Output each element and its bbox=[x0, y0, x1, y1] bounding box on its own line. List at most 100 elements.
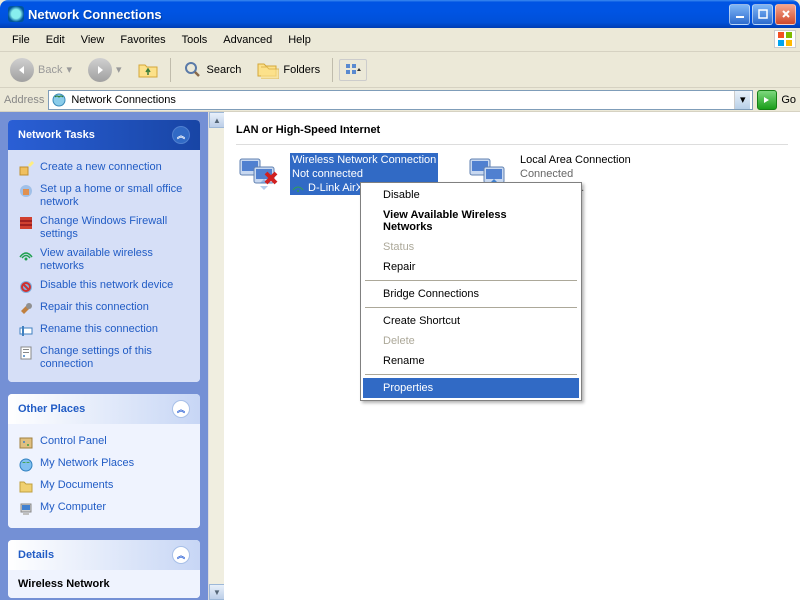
menu-bar: File Edit View Favorites Tools Advanced … bbox=[0, 28, 800, 52]
section-header: LAN or High-Speed Internet bbox=[236, 120, 788, 145]
task-label: View available wireless networks bbox=[40, 247, 190, 273]
ctx-separator bbox=[365, 307, 577, 308]
ctx-repair[interactable]: Repair bbox=[363, 257, 579, 277]
link-network-places[interactable]: My Network Places bbox=[18, 454, 190, 476]
task-label: Create a new connection bbox=[40, 161, 162, 174]
folders-button[interactable]: Folders bbox=[251, 58, 326, 82]
control-panel-icon bbox=[18, 435, 34, 451]
menu-favorites[interactable]: Favorites bbox=[112, 31, 173, 49]
connection-name: Wireless Network Connection bbox=[290, 153, 438, 167]
search-button[interactable]: Search bbox=[177, 57, 248, 83]
task-label: Change settings of this connection bbox=[40, 345, 190, 371]
back-label: Back bbox=[38, 64, 62, 76]
ctx-create-shortcut[interactable]: Create Shortcut bbox=[363, 311, 579, 331]
scroll-down-icon[interactable]: ▼ bbox=[209, 584, 225, 600]
ctx-properties[interactable]: Properties bbox=[363, 378, 579, 398]
ctx-delete: Delete bbox=[363, 331, 579, 351]
address-dropdown-icon[interactable]: ▾ bbox=[734, 91, 750, 109]
sidebar-scrollbar[interactable]: ▲ ▼ bbox=[208, 112, 224, 600]
panel-header-details[interactable]: Details ︽ bbox=[8, 540, 200, 570]
task-firewall[interactable]: Change Windows Firewall settings bbox=[18, 212, 190, 244]
panel-header-other[interactable]: Other Places ︽ bbox=[8, 394, 200, 424]
panel-header-tasks[interactable]: Network Tasks ︽ bbox=[8, 120, 200, 150]
panel-body: Wireless Network bbox=[8, 570, 200, 598]
address-value: Network Connections bbox=[71, 94, 176, 106]
menu-edit[interactable]: Edit bbox=[38, 31, 73, 49]
task-disable-device[interactable]: Disable this network device bbox=[18, 276, 190, 298]
other-places-panel: Other Places ︽ Control Panel My Network … bbox=[8, 394, 200, 528]
connection-name: Local Area Connection bbox=[520, 153, 631, 167]
link-my-computer[interactable]: My Computer bbox=[18, 498, 190, 520]
task-label: Rename this connection bbox=[40, 323, 158, 336]
close-button[interactable] bbox=[775, 4, 796, 25]
minimize-button[interactable] bbox=[729, 4, 750, 25]
task-repair[interactable]: Repair this connection bbox=[18, 298, 190, 320]
wizard-icon bbox=[18, 161, 34, 177]
menu-view[interactable]: View bbox=[73, 31, 113, 49]
task-rename[interactable]: Rename this connection bbox=[18, 320, 190, 342]
task-label: Set up a home or small office network bbox=[40, 183, 190, 209]
collapse-icon[interactable]: ︽ bbox=[172, 400, 190, 418]
dropdown-icon: ▾ bbox=[116, 63, 122, 76]
ctx-bridge[interactable]: Bridge Connections bbox=[363, 284, 579, 304]
link-label: My Computer bbox=[40, 501, 106, 514]
task-change-settings[interactable]: Change settings of this connection bbox=[18, 342, 190, 374]
back-button[interactable]: Back ▾ bbox=[4, 55, 78, 85]
link-my-documents[interactable]: My Documents bbox=[18, 476, 190, 498]
disable-icon bbox=[18, 279, 34, 295]
up-button[interactable] bbox=[132, 59, 164, 81]
ctx-disable[interactable]: Disable bbox=[363, 185, 579, 205]
menu-advanced[interactable]: Advanced bbox=[215, 31, 280, 49]
maximize-button[interactable] bbox=[752, 4, 773, 25]
scroll-up-icon[interactable]: ▲ bbox=[209, 112, 225, 128]
forward-arrow-icon bbox=[88, 58, 112, 82]
panel-title: Other Places bbox=[18, 403, 85, 415]
task-label: Repair this connection bbox=[40, 301, 149, 314]
panel-body: Control Panel My Network Places My Docum… bbox=[8, 424, 200, 528]
wireless-signal-icon bbox=[292, 182, 304, 194]
address-input[interactable]: Network Connections ▾ bbox=[48, 90, 753, 110]
ctx-view-networks[interactable]: View Available Wireless Networks bbox=[363, 205, 579, 237]
details-text: Wireless Network bbox=[18, 578, 190, 590]
collapse-icon[interactable]: ︽ bbox=[172, 126, 190, 144]
folder-up-icon bbox=[138, 62, 158, 78]
documents-icon bbox=[18, 479, 34, 495]
task-create-connection[interactable]: Create a new connection bbox=[18, 158, 190, 180]
repair-icon bbox=[18, 301, 34, 317]
link-control-panel[interactable]: Control Panel bbox=[18, 432, 190, 454]
search-label: Search bbox=[207, 64, 242, 76]
link-label: My Network Places bbox=[40, 457, 134, 470]
menu-help[interactable]: Help bbox=[280, 31, 319, 49]
ctx-separator bbox=[365, 374, 577, 375]
firewall-icon bbox=[18, 215, 34, 231]
menu-file[interactable]: File bbox=[4, 31, 38, 49]
address-bar: Address Network Connections ▾ Go bbox=[0, 88, 800, 112]
title-bar: Network Connections bbox=[0, 0, 800, 28]
network-connections-icon bbox=[51, 92, 67, 108]
address-label: Address bbox=[4, 94, 44, 106]
views-button[interactable] bbox=[339, 59, 367, 81]
panel-body: Create a new connection Set up a home or… bbox=[8, 150, 200, 382]
go-button[interactable] bbox=[757, 90, 777, 110]
toolbar-separator bbox=[332, 58, 333, 82]
panel-title: Network Tasks bbox=[18, 129, 95, 141]
connection-status: Not connected bbox=[290, 167, 438, 181]
ctx-status: Status bbox=[363, 237, 579, 257]
collapse-icon[interactable]: ︽ bbox=[172, 546, 190, 564]
home-network-icon bbox=[18, 183, 34, 199]
network-places-icon bbox=[18, 457, 34, 473]
link-label: Control Panel bbox=[40, 435, 107, 448]
ctx-rename[interactable]: Rename bbox=[363, 351, 579, 371]
menu-tools[interactable]: Tools bbox=[174, 31, 216, 49]
properties-icon bbox=[18, 345, 34, 361]
wireless-connection-icon bbox=[236, 153, 284, 193]
folders-icon bbox=[257, 61, 279, 79]
task-view-wireless[interactable]: View available wireless networks bbox=[18, 244, 190, 276]
forward-button[interactable]: ▾ bbox=[82, 55, 128, 85]
search-icon bbox=[183, 60, 203, 80]
computer-icon bbox=[18, 501, 34, 517]
ctx-separator bbox=[365, 280, 577, 281]
rename-icon bbox=[18, 323, 34, 339]
go-label: Go bbox=[781, 94, 796, 106]
task-setup-network[interactable]: Set up a home or small office network bbox=[18, 180, 190, 212]
